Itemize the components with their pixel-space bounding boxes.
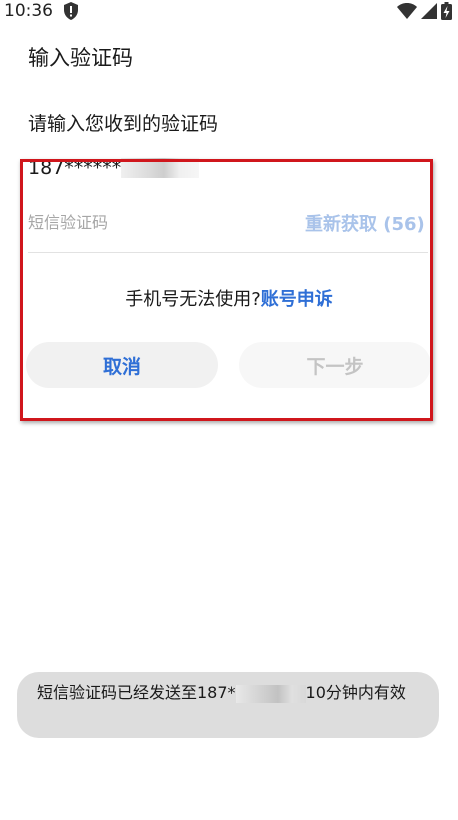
next-step-button[interactable]: 下一步	[239, 342, 431, 388]
wifi-icon	[397, 3, 417, 19]
status-time: 10:36	[4, 1, 53, 21]
shield-alert-icon	[64, 2, 78, 20]
phone-number-mask	[121, 158, 200, 178]
toast-suffix: 10分钟内有效	[305, 683, 406, 702]
sms-code-input[interactable]	[28, 208, 288, 236]
status-icons	[397, 2, 452, 20]
battery-charging-icon	[441, 2, 452, 20]
cellular-signal-icon	[421, 3, 437, 19]
phone-number: 187******	[28, 157, 200, 179]
input-divider	[28, 252, 428, 253]
page-title: 输入验证码	[28, 46, 133, 70]
toast-phone-mask	[235, 684, 306, 703]
account-appeal-link[interactable]: 账号申诉	[261, 289, 333, 310]
sms-sent-toast: 短信验证码已经发送至187* 10分钟内有效	[17, 672, 439, 738]
phone-number-prefix: 187******	[28, 157, 122, 179]
phone-unusable-row: 手机号无法使用?账号申诉	[0, 285, 458, 311]
phone-unusable-text: 手机号无法使用?	[125, 289, 261, 310]
cancel-button[interactable]: 取消	[26, 342, 218, 388]
status-bar: 10:36	[0, 0, 458, 24]
toast-prefix: 短信验证码已经发送至187*	[37, 683, 236, 702]
resend-code-button[interactable]: 重新获取 (56)	[305, 210, 425, 236]
prompt-text: 请输入您收到的验证码	[28, 113, 219, 135]
